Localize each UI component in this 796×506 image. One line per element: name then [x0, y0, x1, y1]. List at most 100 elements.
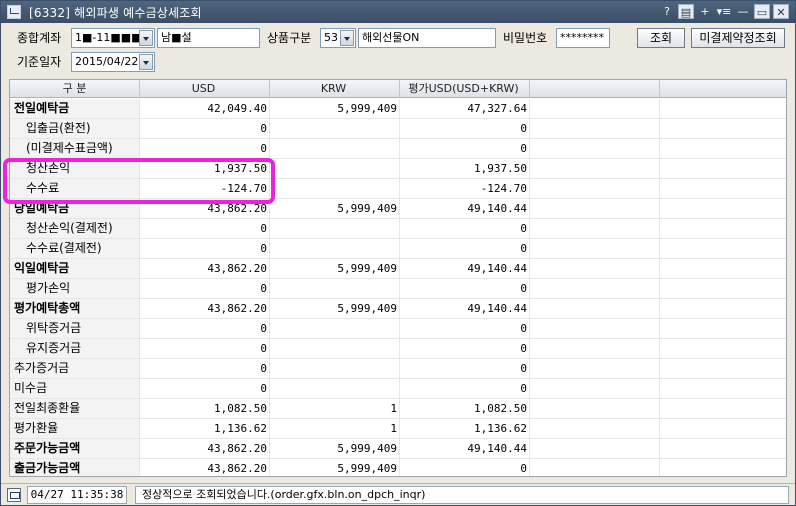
- cell-empty: [530, 439, 660, 458]
- pin-icon[interactable]: +: [697, 4, 713, 19]
- cell-krw: [270, 379, 400, 398]
- cell-usd: 0: [140, 119, 270, 138]
- cell-empty: [530, 239, 660, 258]
- product-code-select[interactable]: 53: [320, 28, 356, 48]
- table-row[interactable]: 입출금(환전) 0 0: [10, 119, 786, 139]
- cell-empty: [530, 279, 660, 298]
- base-date-value: 2015/04/22: [75, 55, 139, 68]
- row-label: 청산손익(결제전): [10, 219, 140, 238]
- chevron-down-icon[interactable]: [139, 54, 153, 70]
- cell-krw: [270, 359, 400, 378]
- cell-empty: [660, 259, 786, 278]
- cell-usd: 0: [140, 219, 270, 238]
- screen-icon[interactable]: ▤: [678, 4, 694, 19]
- password-field[interactable]: ********: [556, 28, 610, 48]
- close-icon[interactable]: ✕: [773, 4, 789, 19]
- cell-empty: [530, 159, 660, 178]
- title-bar[interactable]: [6332] 해외파생 예수금상세조회 ? ▤ + ▾≡ — ▭ ✕: [1, 1, 795, 23]
- window-icon: [7, 5, 21, 19]
- cell-krw: 1: [270, 419, 400, 438]
- cell-eval-usd: 0: [400, 379, 530, 398]
- chevron-down-icon[interactable]: [340, 30, 354, 46]
- cell-eval-usd: 1,937.50: [400, 159, 530, 178]
- help-icon[interactable]: ?: [659, 4, 675, 19]
- header-category[interactable]: 구 분: [10, 80, 140, 98]
- base-date-select[interactable]: 2015/04/22: [71, 52, 155, 72]
- cell-eval-usd: 0: [400, 139, 530, 158]
- cell-usd: 0: [140, 379, 270, 398]
- app-window: [6332] 해외파생 예수금상세조회 ? ▤ + ▾≡ — ▭ ✕ 종합계좌 …: [0, 0, 796, 506]
- cell-empty: [530, 99, 660, 118]
- row-label: 익일예탁금: [10, 259, 140, 278]
- cell-usd: 0: [140, 239, 270, 258]
- cell-eval-usd: 49,140.44: [400, 299, 530, 318]
- cell-empty: [660, 219, 786, 238]
- table-row[interactable]: 평가환율 1,136.62 1 1,136.62: [10, 419, 786, 439]
- cell-empty: [530, 179, 660, 198]
- product-label: 상품구분: [267, 31, 312, 45]
- cell-krw: 5,999,409: [270, 199, 400, 218]
- cell-empty: [530, 259, 660, 278]
- cell-empty: [660, 199, 786, 218]
- cell-usd: 0: [140, 359, 270, 378]
- cell-empty: [660, 419, 786, 438]
- cell-krw: 1: [270, 399, 400, 418]
- cell-eval-usd: 0: [400, 339, 530, 358]
- header-empty: [530, 80, 660, 98]
- cell-empty: [530, 339, 660, 358]
- table-row[interactable]: 추가증거금 0 0: [10, 359, 786, 379]
- table-row[interactable]: 청산손익(결제전) 0 0: [10, 219, 786, 239]
- base-date-label: 기준일자: [17, 55, 62, 69]
- cell-usd: 0: [140, 139, 270, 158]
- status-window-icon[interactable]: [7, 488, 21, 502]
- cell-eval-usd: 49,140.44: [400, 439, 530, 458]
- cell-usd: 43,862.20: [140, 459, 270, 476]
- table-row[interactable]: 미수금 0 0: [10, 379, 786, 399]
- row-label: 출금가능금액: [10, 459, 140, 476]
- cell-krw: 5,999,409: [270, 459, 400, 476]
- maximize-icon[interactable]: ▭: [754, 4, 770, 19]
- header-krw[interactable]: KRW: [270, 80, 400, 98]
- cell-krw: 5,999,409: [270, 259, 400, 278]
- table-row[interactable]: 전일예탁금 42,049.40 5,999,409 47,327.64: [10, 99, 786, 119]
- table-row[interactable]: 평가손익 0 0: [10, 279, 786, 299]
- table-row[interactable]: 유지증거금 0 0: [10, 339, 786, 359]
- table-row[interactable]: 주문가능금액 43,862.20 5,999,409 49,140.44: [10, 439, 786, 459]
- account-name-field[interactable]: 남■설: [157, 28, 260, 48]
- cell-eval-usd: 0: [400, 359, 530, 378]
- row-label: 평가예탁총액: [10, 299, 140, 318]
- unsettled-positions-button[interactable]: 미결제약정조회: [691, 28, 785, 48]
- cell-krw: 5,999,409: [270, 299, 400, 318]
- table-row[interactable]: 전일최종환율 1,082.50 1 1,082.50: [10, 399, 786, 419]
- status-bar: 04/27 11:35:38 정상적으로 조회되었습니다.(order.gfx.…: [1, 483, 795, 505]
- row-label: 전일예탁금: [10, 99, 140, 118]
- row-label: 유지증거금: [10, 339, 140, 358]
- account-select[interactable]: 1■-11■■■■: [71, 28, 155, 48]
- cell-empty: [530, 399, 660, 418]
- query-button[interactable]: 조회: [637, 28, 685, 48]
- table-row[interactable]: (미결제수표금액) 0 0: [10, 139, 786, 159]
- cell-empty: [530, 199, 660, 218]
- window-title: [6332] 해외파생 예수금상세조회: [29, 5, 202, 20]
- cell-eval-usd: -124.70: [400, 179, 530, 198]
- status-message: 정상적으로 조회되었습니다.(order.gfx.bln.on_dpch_inq…: [135, 486, 789, 504]
- product-name-field[interactable]: 해외선물ON: [358, 28, 496, 48]
- cell-empty: [660, 299, 786, 318]
- table-row[interactable]: 익일예탁금 43,862.20 5,999,409 49,140.44: [10, 259, 786, 279]
- cell-eval-usd: 0: [400, 279, 530, 298]
- table-row[interactable]: 평가예탁총액 43,862.20 5,999,409 49,140.44: [10, 299, 786, 319]
- table-row[interactable]: 위탁증거금 0 0: [10, 319, 786, 339]
- header-usd[interactable]: USD: [140, 80, 270, 98]
- cell-empty: [530, 119, 660, 138]
- menu-icon[interactable]: ▾≡: [716, 4, 732, 19]
- table-row[interactable]: 출금가능금액 43,862.20 5,999,409 0: [10, 459, 786, 476]
- cell-empty: [660, 139, 786, 158]
- chevron-down-icon[interactable]: [139, 30, 153, 46]
- cell-eval-usd: 47,327.64: [400, 99, 530, 118]
- minimize-icon[interactable]: —: [735, 4, 751, 19]
- table-row[interactable]: 수수료(결제전) 0 0: [10, 239, 786, 259]
- cell-empty: [530, 219, 660, 238]
- header-eval-usd[interactable]: 평가USD(USD+KRW): [400, 80, 530, 98]
- cell-empty: [530, 459, 660, 476]
- row-label: 평가손익: [10, 279, 140, 298]
